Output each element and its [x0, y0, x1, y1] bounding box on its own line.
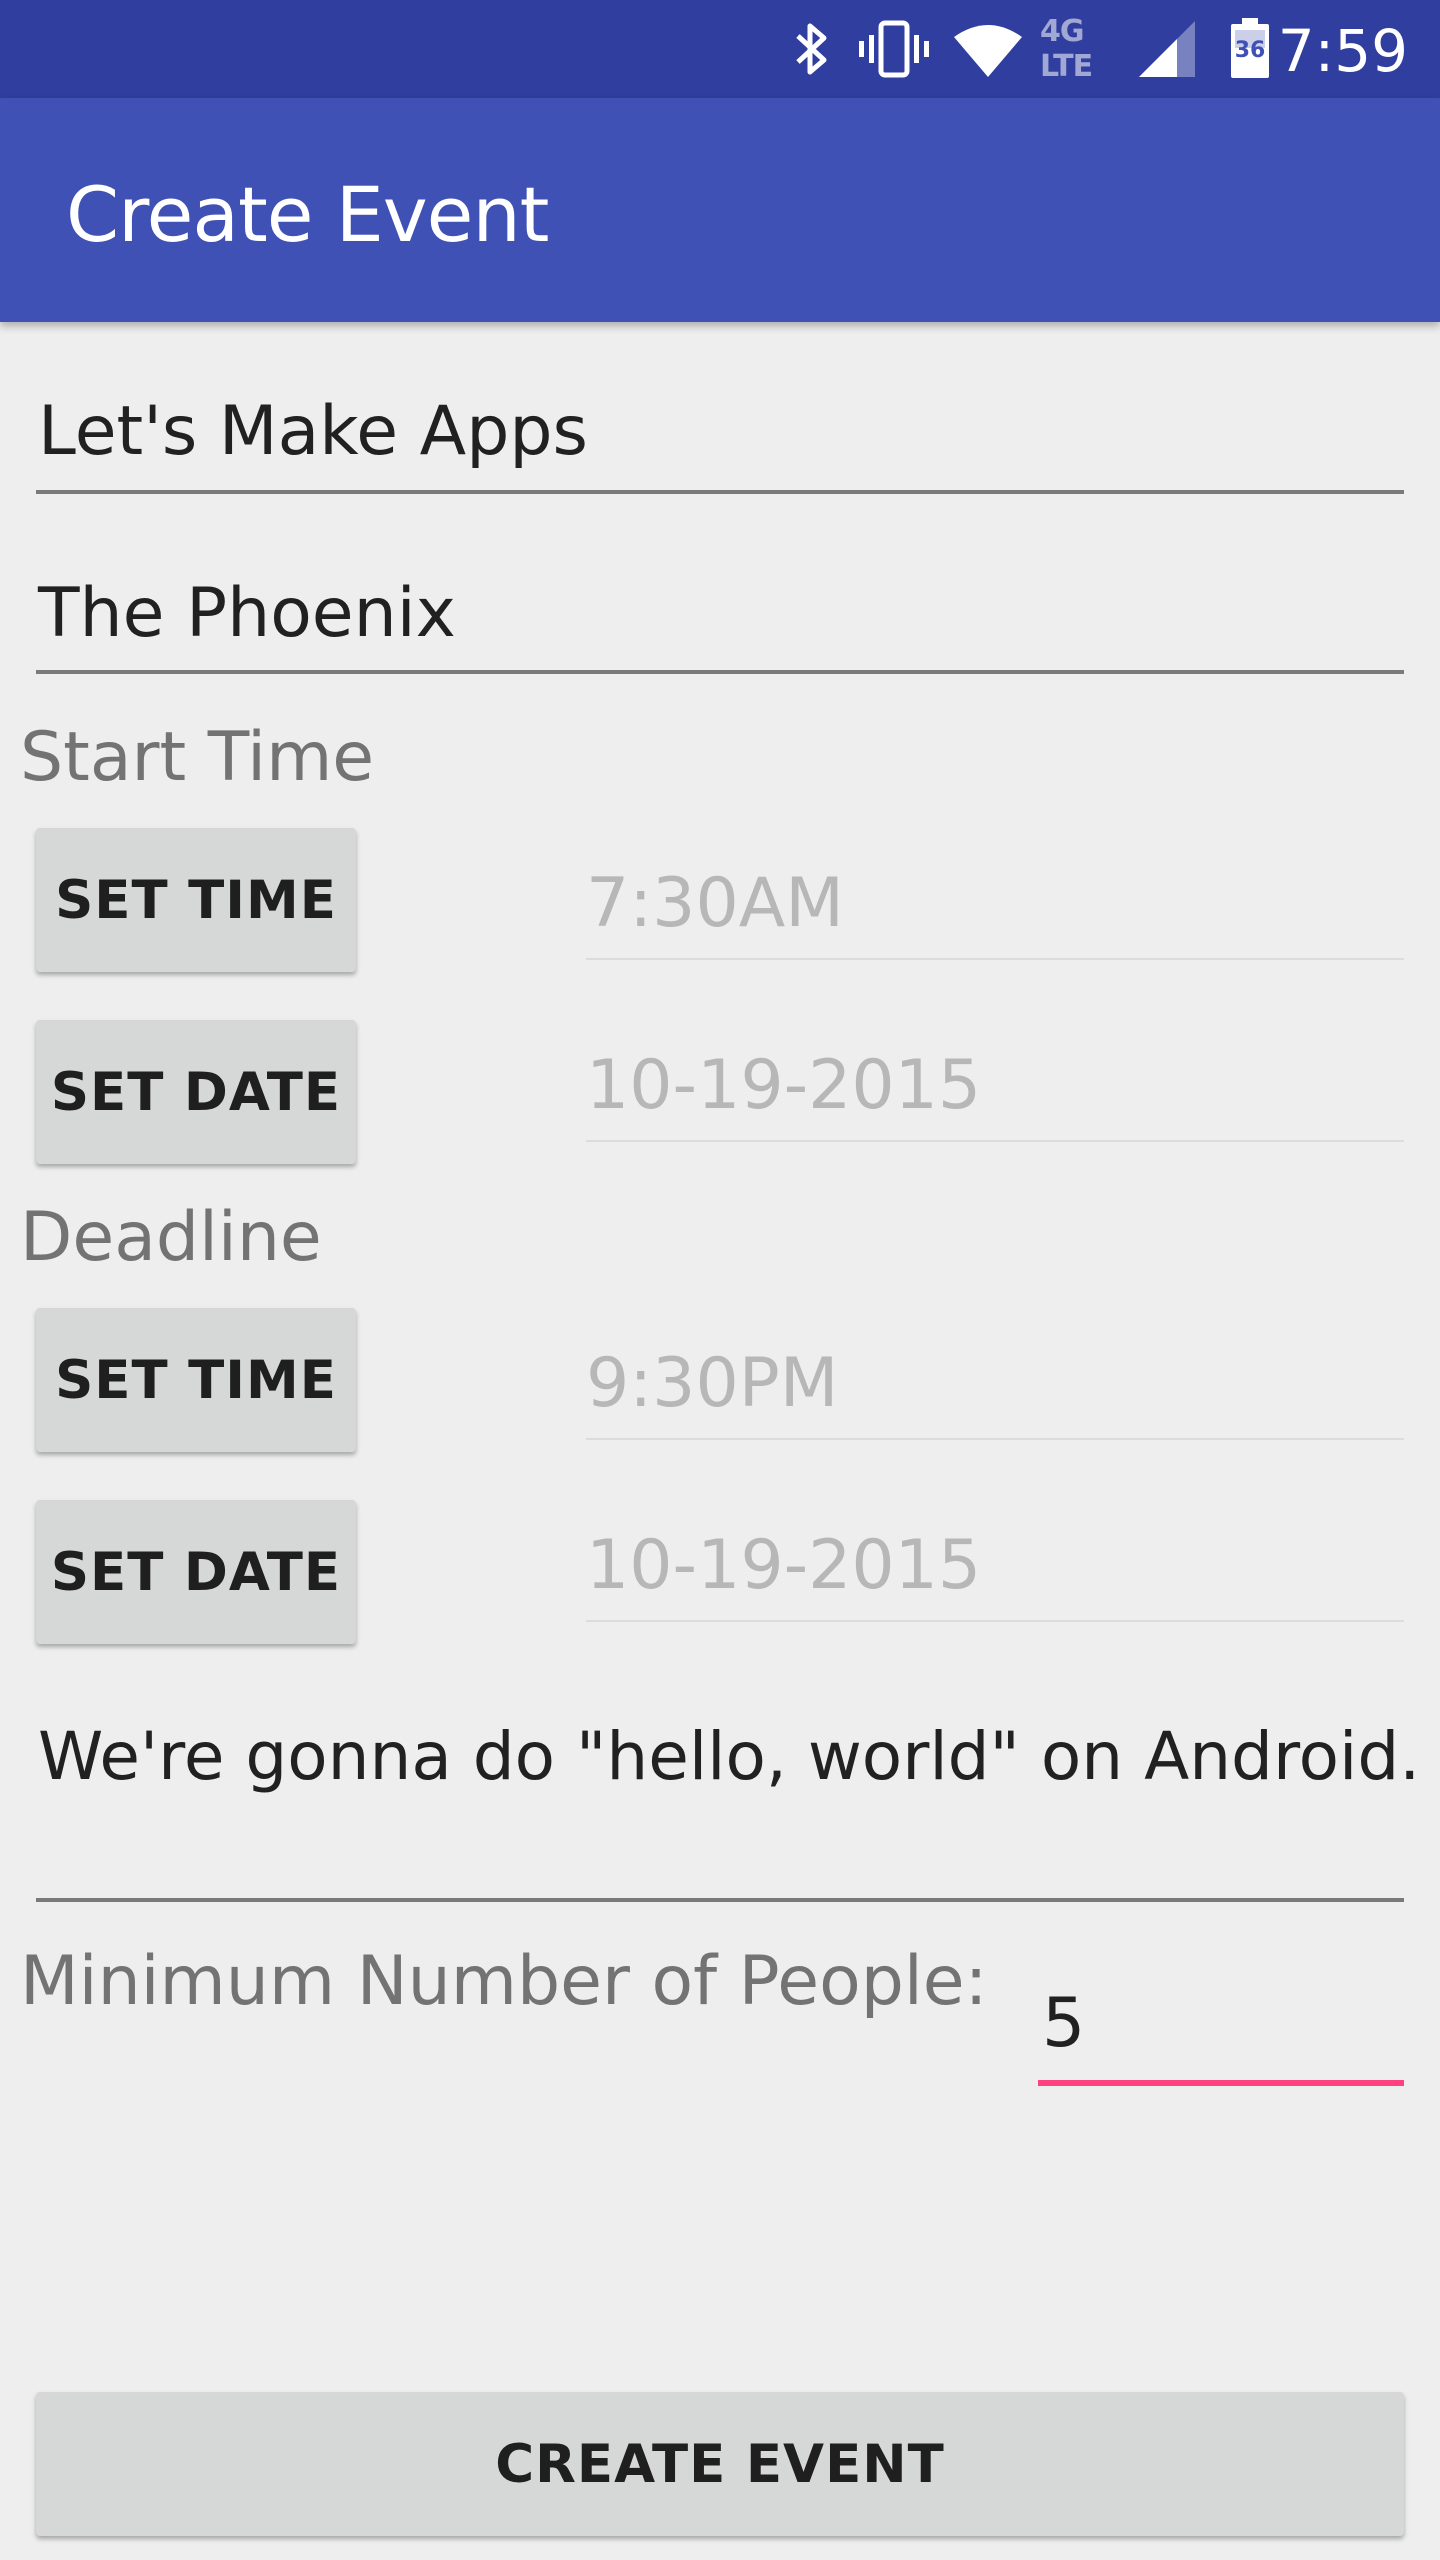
location-text: The Phoenix — [38, 574, 456, 653]
start-time-value: 7:30AM — [586, 864, 844, 943]
page-title: Create Event — [66, 170, 549, 259]
start-set-date-button[interactable]: SET DATE — [36, 1020, 356, 1164]
status-time: 7:59 — [1277, 17, 1408, 85]
description-input[interactable]: We're gonna do "hello, world" on Android… — [36, 1700, 1420, 1902]
bluetooth-icon — [786, 0, 838, 98]
network-type-label: 4G LTE — [1040, 14, 1093, 84]
deadline-label: Deadline — [20, 1198, 322, 1277]
start-time-label: Start Time — [20, 718, 375, 797]
start-date-value: 10-19-2015 — [586, 1046, 982, 1125]
app-bar: Create Event — [0, 98, 1440, 322]
battery-level: 36 — [1234, 38, 1266, 63]
start-set-time-button[interactable]: SET TIME — [36, 828, 356, 972]
deadline-set-date-button[interactable]: SET DATE — [36, 1500, 356, 1644]
create-event-button[interactable]: CREATE EVENT — [36, 2392, 1404, 2536]
start-date-field[interactable]: 10-19-2015 — [586, 1032, 1404, 1142]
description-text: We're gonna do "hello, world" on Android… — [38, 1718, 1421, 1795]
battery-icon: 36 — [1222, 0, 1278, 98]
vibrate-icon — [856, 0, 932, 98]
network-type-icon: 4G LTE — [1040, 0, 1130, 98]
event-name-text: Let's Make Apps — [38, 392, 588, 471]
min-people-label: Minimum Number of People: — [20, 1942, 988, 2021]
event-name-input[interactable]: Let's Make Apps — [36, 370, 1404, 494]
create-event-screen: 4G LTE 36 7:59 Create Event Let's Make A… — [0, 0, 1440, 2560]
deadline-time-field[interactable]: 9:30PM — [586, 1330, 1404, 1440]
deadline-time-value: 9:30PM — [586, 1344, 839, 1423]
status-bar: 4G LTE 36 7:59 — [0, 0, 1440, 98]
signal-icon — [1134, 0, 1200, 98]
deadline-set-time-button[interactable]: SET TIME — [36, 1308, 356, 1452]
wifi-icon — [952, 0, 1024, 98]
min-people-input[interactable]: 5 — [1038, 1966, 1404, 2086]
deadline-date-field[interactable]: 10-19-2015 — [586, 1512, 1404, 1622]
location-input[interactable]: The Phoenix — [36, 550, 1404, 674]
start-time-field[interactable]: 7:30AM — [586, 850, 1404, 960]
deadline-date-value: 10-19-2015 — [586, 1526, 982, 1605]
min-people-value: 5 — [1042, 1984, 1086, 2063]
